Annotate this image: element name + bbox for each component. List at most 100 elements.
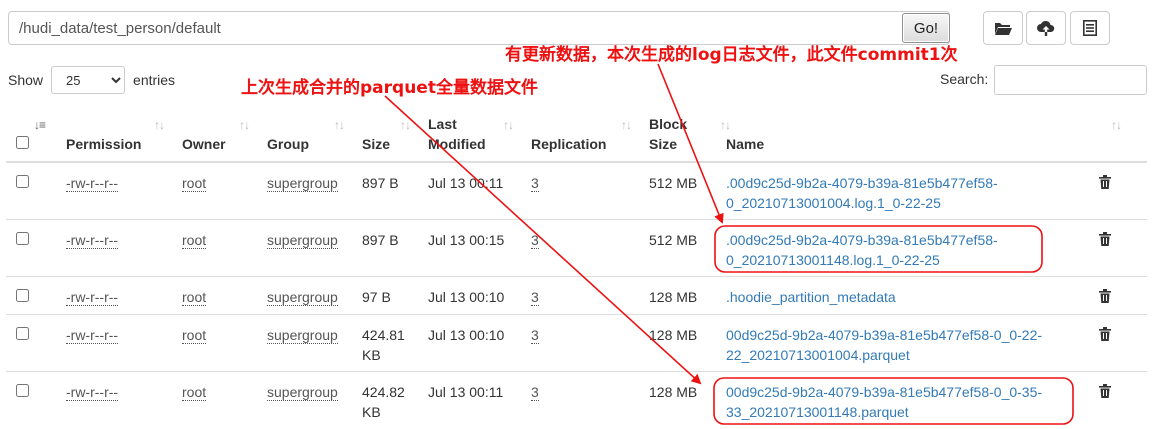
block-size-cell: 128 MB xyxy=(639,371,716,428)
replication-link[interactable]: 3 xyxy=(531,327,539,344)
row-checkbox[interactable] xyxy=(16,327,29,340)
entries-label: entries xyxy=(133,72,176,88)
upload-button[interactable] xyxy=(1026,11,1066,45)
owner-link[interactable]: root xyxy=(182,384,207,401)
header-size[interactable]: Size ↑↓ xyxy=(352,106,418,163)
sort-icon: ↑↓ xyxy=(400,118,411,132)
list-view-button[interactable] xyxy=(1070,11,1110,45)
replication-link[interactable]: 3 xyxy=(531,232,539,249)
row-checkbox-cell xyxy=(6,314,56,372)
header-block-size[interactable]: Block Size ↑↓ xyxy=(639,106,731,163)
owner-link[interactable]: root xyxy=(182,232,207,249)
header-actions xyxy=(1099,106,1147,163)
replication-cell: 3 xyxy=(521,219,639,277)
search-label: Search: xyxy=(940,71,989,87)
modified-cell: Jul 13 00:11 xyxy=(418,371,521,428)
search-input[interactable] xyxy=(994,65,1147,95)
permission-link[interactable]: -rw-r--r-- xyxy=(66,289,119,306)
group-link[interactable]: supergroup xyxy=(267,175,338,192)
table-row: -rw-r--r-- root supergroup 897 B Jul 13 00:1… xyxy=(6,219,1147,277)
permission-link[interactable]: -rw-r--r-- xyxy=(66,175,119,192)
select-all-checkbox[interactable] xyxy=(16,136,29,149)
trash-icon[interactable] xyxy=(1099,174,1111,194)
row-checkbox[interactable] xyxy=(16,175,29,188)
replication-cell: 3 xyxy=(521,314,639,372)
owner-cell: root xyxy=(172,161,257,220)
header-group[interactable]: Group ↑↓ xyxy=(257,106,352,163)
trash-icon[interactable] xyxy=(1099,231,1111,251)
trash-icon[interactable] xyxy=(1099,288,1111,308)
group-cell: supergroup xyxy=(257,276,352,315)
size-cell: 97 B xyxy=(352,276,418,315)
replication-cell: 3 xyxy=(521,276,639,315)
permission-link[interactable]: -rw-r--r-- xyxy=(66,327,119,344)
replication-link[interactable]: 3 xyxy=(531,175,539,192)
owner-cell: root xyxy=(172,219,257,277)
size-cell: 424.82 KB xyxy=(352,371,418,428)
header-replication[interactable]: Replication ↑↓ xyxy=(521,106,639,163)
owner-link[interactable]: root xyxy=(182,289,207,306)
owner-cell: root xyxy=(172,371,257,428)
delete-cell xyxy=(1099,276,1147,315)
entries-select[interactable]: 25 xyxy=(51,66,126,94)
name-cell: .00d9c25d-9b2a-4079-b39a-81e5b477ef58- 0_… xyxy=(716,161,1099,220)
permission-cell: -rw-r--r-- xyxy=(56,276,172,315)
delete-cell xyxy=(1099,219,1147,277)
file-table: ↓≡ Permission ↑↓ Owner ↑↓ Group ↑↓ Size ↑↓ L… xyxy=(6,106,1147,428)
table-row: -rw-r--r-- root supergroup 424.82 KB Jul 13 0… xyxy=(6,371,1147,428)
file-name-link[interactable]: .00d9c25d-9b2a-4079-b39a-81e5b477ef58- 0_… xyxy=(726,175,998,211)
file-name-link[interactable]: .00d9c25d-9b2a-4079-b39a-81e5b477ef58- 0_… xyxy=(726,232,998,268)
sort-icon: ↑↓ xyxy=(334,118,345,132)
table-row: -rw-r--r-- root supergroup 897 B Jul 13 00:1… xyxy=(6,161,1147,220)
row-checkbox-cell xyxy=(6,371,56,428)
cloud-upload-icon xyxy=(1037,20,1055,36)
trash-icon[interactable] xyxy=(1099,383,1111,403)
modified-cell: Jul 13 00:10 xyxy=(418,314,521,372)
table-row: -rw-r--r-- root supergroup 424.81 KB Jul 13 0… xyxy=(6,314,1147,372)
owner-link[interactable]: root xyxy=(182,175,207,192)
group-link[interactable]: supergroup xyxy=(267,232,338,249)
replication-cell: 3 xyxy=(521,161,639,220)
header-owner[interactable]: Owner ↑↓ xyxy=(172,106,257,163)
replication-link[interactable]: 3 xyxy=(531,289,539,306)
header-last-modified[interactable]: Last Modified ↑↓ xyxy=(418,106,521,163)
select-all-header: ↓≡ xyxy=(6,106,56,163)
row-checkbox[interactable] xyxy=(16,232,29,245)
replication-link[interactable]: 3 xyxy=(531,384,539,401)
group-link[interactable]: supergroup xyxy=(267,384,338,401)
group-link[interactable]: supergroup xyxy=(267,289,338,306)
permission-link[interactable]: -rw-r--r-- xyxy=(66,384,119,401)
row-checkbox-cell xyxy=(6,276,56,315)
sort-icon: ↑↓ xyxy=(239,118,250,132)
permission-link[interactable]: -rw-r--r-- xyxy=(66,232,119,249)
file-name-link[interactable]: 00d9c25d-9b2a-4079-b39a-81e5b477ef58-0_0… xyxy=(726,327,1042,363)
sort-desc-icon[interactable]: ↓≡ xyxy=(34,115,46,135)
permission-cell: -rw-r--r-- xyxy=(56,371,172,428)
name-cell: 00d9c25d-9b2a-4079-b39a-81e5b477ef58-0_0… xyxy=(716,314,1099,372)
group-link[interactable]: supergroup xyxy=(267,327,338,344)
row-checkbox[interactable] xyxy=(16,289,29,302)
file-name-link[interactable]: 00d9c25d-9b2a-4079-b39a-81e5b477ef58-0_0… xyxy=(726,384,1042,420)
size-cell: 424.81 KB xyxy=(352,314,418,372)
length-control: Show 25 entries xyxy=(8,66,175,94)
header-name[interactable]: Name ↑↓ xyxy=(716,106,1122,163)
folder-open-icon xyxy=(995,22,1012,35)
replication-cell: 3 xyxy=(521,371,639,428)
group-cell: supergroup xyxy=(257,161,352,220)
size-cell: 897 B xyxy=(352,219,418,277)
header-permission[interactable]: Permission ↑↓ xyxy=(56,106,172,163)
delete-cell xyxy=(1099,371,1147,428)
row-checkbox-cell xyxy=(6,161,56,220)
go-button[interactable]: Go! xyxy=(902,13,950,43)
row-checkbox[interactable] xyxy=(16,384,29,397)
trash-icon[interactable] xyxy=(1099,326,1111,346)
modified-cell: Jul 13 00:10 xyxy=(418,276,521,315)
permission-cell: -rw-r--r-- xyxy=(56,161,172,220)
size-cell: 897 B xyxy=(352,161,418,220)
file-name-link[interactable]: .hoodie_partition_metadata xyxy=(726,289,896,305)
sort-icon: ↑↓ xyxy=(154,118,165,132)
owner-link[interactable]: root xyxy=(182,327,207,344)
block-size-cell: 128 MB xyxy=(639,276,716,315)
block-size-cell: 128 MB xyxy=(639,314,716,372)
folder-open-button[interactable] xyxy=(983,11,1023,45)
